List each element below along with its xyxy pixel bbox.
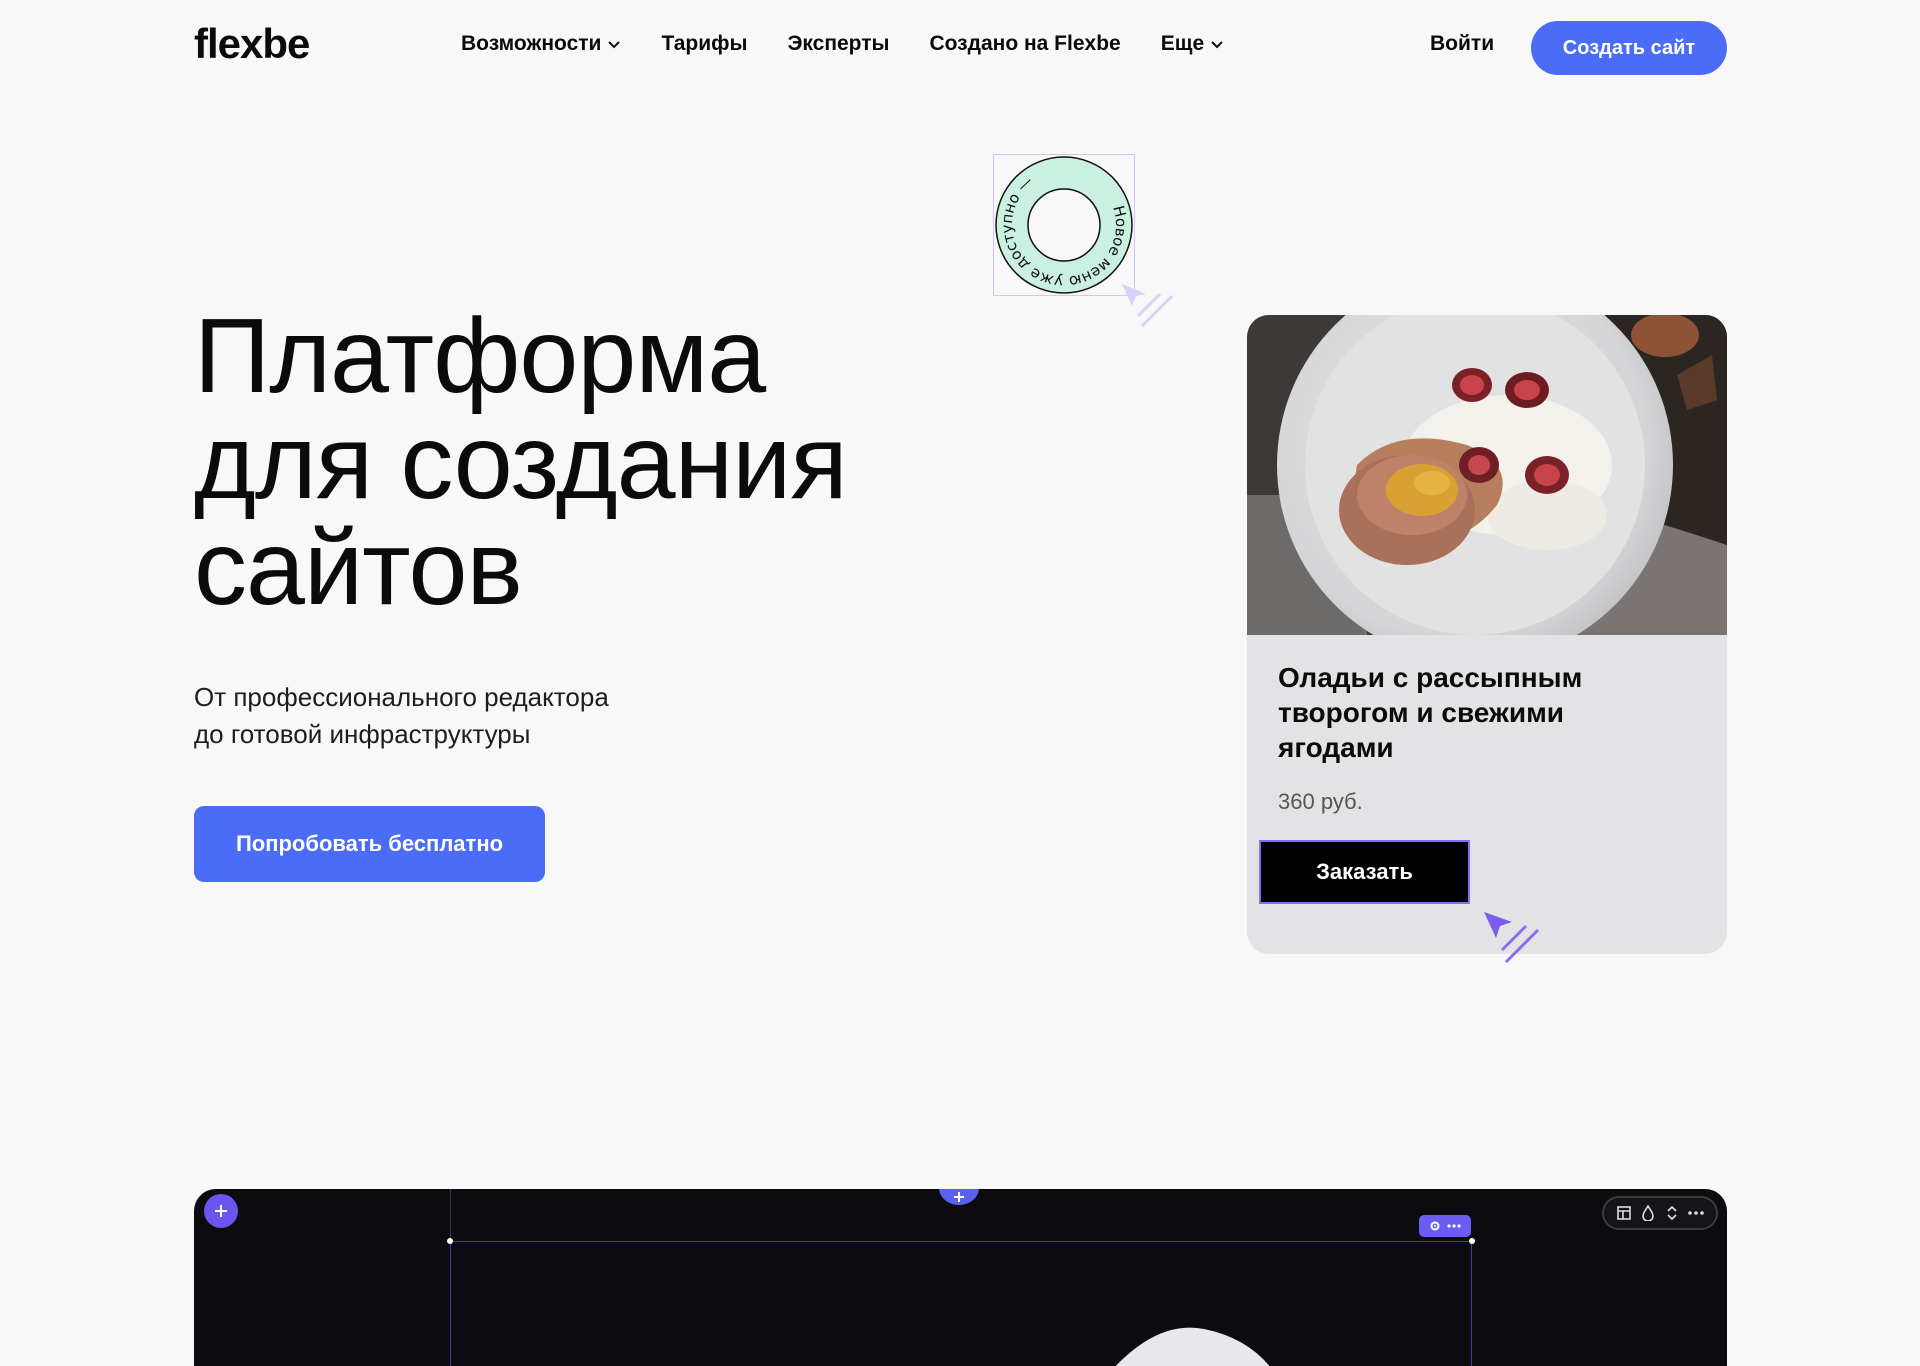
reorder-icon[interactable] (1663, 1204, 1681, 1222)
hero-title: Платформа для создания сайтов (194, 297, 848, 627)
product-title-line: ягодами (1278, 732, 1394, 763)
product-card: Оладьи с рассыпным творогом и свежими яг… (1247, 315, 1727, 954)
hero-title-line: Платформа (194, 297, 766, 415)
hero-subtitle-line: От профессионального редактора (194, 682, 609, 712)
cursor-icon (1484, 912, 1540, 964)
gear-icon[interactable] (1429, 1220, 1441, 1232)
chevron-down-icon (608, 41, 621, 49)
hero-subtitle: От профессионального редактора до готово… (194, 679, 609, 753)
product-title-line: творогом и свежими (1278, 697, 1564, 728)
more-icon[interactable] (1447, 1224, 1461, 1228)
drop-icon[interactable] (1639, 1204, 1657, 1222)
block-tools (1419, 1215, 1471, 1237)
plus-icon (215, 1205, 227, 1217)
nav-item-label: Возможности (461, 32, 602, 55)
more-icon[interactable] (1687, 1204, 1705, 1222)
nav-item-features[interactable]: Возможности (461, 32, 621, 56)
nav-item-showcase[interactable]: Создано на Flexbe (929, 32, 1120, 56)
nav-item-label: Эксперты (787, 32, 890, 55)
plus-icon (954, 1192, 964, 1202)
product-title-line: Оладьи с рассыпным (1278, 662, 1583, 693)
create-site-button[interactable]: Создать сайт (1531, 21, 1727, 75)
editor-content-shape (1115, 1327, 1270, 1366)
product-title: Оладьи с рассыпным творогом и свежими яг… (1278, 660, 1698, 765)
editor-toolbar (1602, 1196, 1718, 1230)
food-photo (1247, 315, 1727, 635)
hero-title-line: сайтов (194, 509, 523, 627)
guide-line (450, 1189, 451, 1241)
login-link[interactable]: Войти (1430, 32, 1494, 56)
nav-item-pricing[interactable]: Тарифы (661, 32, 747, 56)
resize-handle[interactable] (1469, 1238, 1475, 1244)
order-button[interactable]: Заказать (1259, 840, 1470, 904)
resize-handle[interactable] (447, 1238, 453, 1244)
main-nav: Возможности Тарифы Эксперты Создано на F… (461, 32, 1224, 56)
layout-icon[interactable] (1615, 1204, 1633, 1222)
flexbe-logo[interactable]: flexbe (194, 20, 310, 68)
try-free-button[interactable]: Попробовать бесплатно (194, 806, 545, 882)
selection-frame[interactable] (450, 1241, 1472, 1366)
hero-subtitle-line: до готовой инфраструктуры (194, 719, 531, 749)
circular-badge-graphic: Новое меню уже доступно — (980, 143, 1149, 310)
nav-item-experts[interactable]: Эксперты (787, 32, 889, 56)
nav-item-label: Тарифы (661, 32, 748, 55)
product-price: 360 руб. (1278, 789, 1363, 814)
cursor-icon (1122, 284, 1174, 328)
add-block-button[interactable] (204, 1194, 238, 1228)
hero-title-line: для создания (194, 403, 848, 521)
new-menu-badge[interactable]: Новое меню уже доступно — (980, 143, 1149, 310)
nav-item-more[interactable]: Еще (1161, 32, 1224, 56)
chevron-down-icon (1211, 41, 1223, 49)
add-section-button[interactable] (939, 1189, 979, 1205)
editor-preview (194, 1189, 1727, 1366)
nav-item-label: Создано на Flexbe (929, 32, 1121, 55)
nav-item-label: Еще (1160, 32, 1205, 55)
